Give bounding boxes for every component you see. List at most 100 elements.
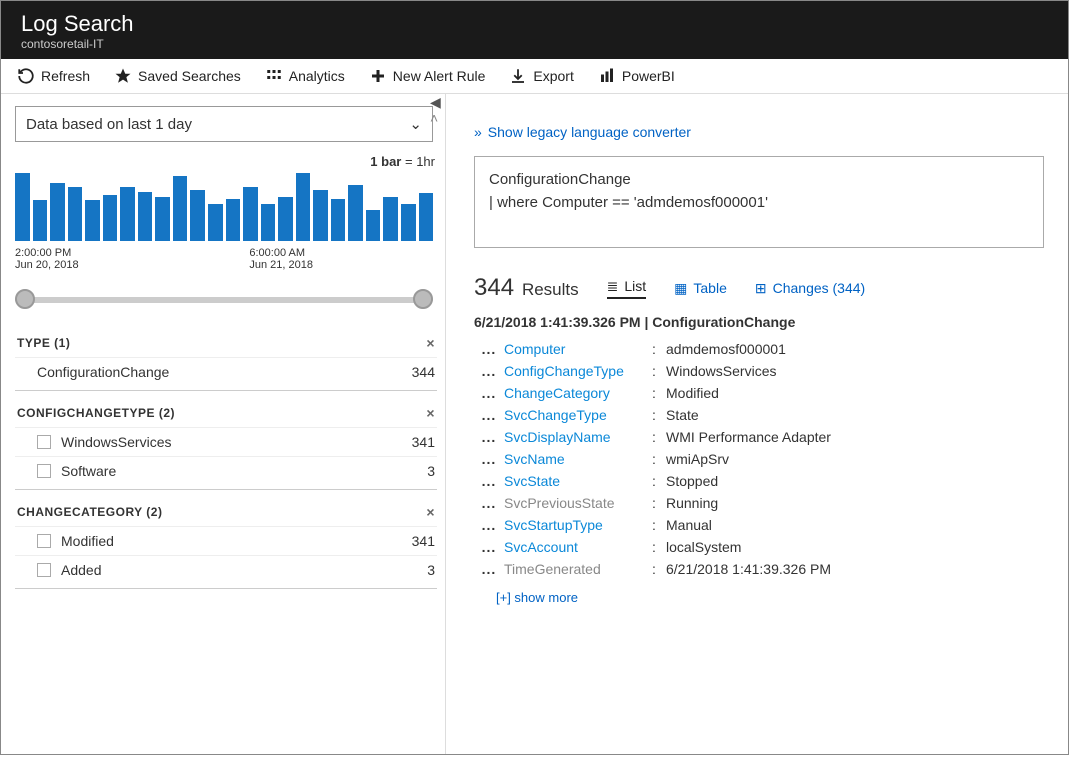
collapse-left-icon[interactable]: ◀ [430, 94, 446, 110]
close-icon[interactable]: × [426, 504, 435, 520]
export-label: Export [533, 68, 573, 84]
query-editor[interactable]: ConfigurationChange | where Computer == … [474, 156, 1044, 248]
facet-row[interactable]: Added3 [15, 555, 437, 584]
download-icon [509, 67, 527, 85]
chart-bar[interactable] [261, 204, 276, 241]
show-more-link[interactable]: [+] show more [496, 590, 1044, 605]
facet-group: CHANGECATEGORY (2) × Modified341Added3 [15, 500, 437, 589]
results-bar: 344 Results ≣ List ▦ Table ⊞ Changes (34… [474, 274, 1044, 302]
chart-bar[interactable] [85, 200, 100, 241]
field-key[interactable]: SvcStartupType [504, 517, 652, 533]
facet-title: CONFIGCHANGETYPE (2) [17, 406, 175, 420]
field-row: ...SvcChangeType:State [474, 404, 1044, 426]
chart-bar[interactable] [173, 176, 188, 241]
ellipsis-icon[interactable]: ... [474, 341, 504, 357]
legacy-converter-link[interactable]: » Show legacy language converter [474, 124, 1044, 140]
tab-changes[interactable]: ⊞ Changes (344) [755, 280, 865, 297]
result-count-label: Results [522, 280, 579, 299]
field-key[interactable]: SvcState [504, 473, 652, 489]
export-button[interactable]: Export [509, 67, 573, 85]
field-value: WMI Performance Adapter [666, 429, 831, 445]
chart-bar[interactable] [243, 187, 258, 241]
time-slider[interactable] [15, 283, 433, 315]
facet-row[interactable]: ConfigurationChange344 [15, 357, 437, 386]
ellipsis-icon[interactable]: ... [474, 539, 504, 555]
field-key[interactable]: ConfigChangeType [504, 363, 652, 379]
slider-handle-end[interactable] [413, 289, 433, 309]
ellipsis-icon[interactable]: ... [474, 495, 504, 511]
chart-bar[interactable] [226, 199, 241, 242]
timeline-chart[interactable]: 2:00:00 PM Jun 20, 2018 6:00:00 AM Jun 2… [15, 173, 433, 271]
field-key[interactable]: SvcName [504, 451, 652, 467]
field-row: ...TimeGenerated:6/21/2018 1:41:39.326 P… [474, 558, 1044, 580]
field-value: Running [666, 495, 718, 511]
checkbox[interactable] [37, 435, 51, 449]
field-key[interactable]: SvcPreviousState [504, 495, 652, 511]
analytics-button[interactable]: Analytics [265, 67, 345, 85]
field-key[interactable]: SvcAccount [504, 539, 652, 555]
chevron-double-down-icon: » [474, 124, 482, 140]
facet-row[interactable]: Modified341 [15, 526, 437, 555]
saved-searches-button[interactable]: Saved Searches [114, 67, 241, 85]
ellipsis-icon[interactable]: ... [474, 385, 504, 401]
powerbi-button[interactable]: PowerBI [598, 67, 675, 85]
facet-title: CHANGECATEGORY (2) [17, 505, 162, 519]
chart-bar[interactable] [383, 197, 398, 241]
time-range-selector[interactable]: Data based on last 1 day ⌄ [15, 106, 433, 142]
refresh-button[interactable]: Refresh [17, 67, 90, 85]
field-value: State [666, 407, 699, 423]
field-row: ...ConfigChangeType:WindowsServices [474, 360, 1044, 382]
saved-searches-label: Saved Searches [138, 68, 241, 84]
chart-bar[interactable] [366, 210, 381, 241]
chart-bar[interactable] [331, 199, 346, 242]
chart-bar[interactable] [33, 200, 48, 241]
checkbox[interactable] [37, 563, 51, 577]
star-icon [114, 67, 132, 85]
ellipsis-icon[interactable]: ... [474, 429, 504, 445]
facet-count: 344 [412, 364, 435, 380]
chart-bar[interactable] [348, 185, 363, 241]
close-icon[interactable]: × [426, 405, 435, 421]
ellipsis-icon[interactable]: ... [474, 451, 504, 467]
chart-bar[interactable] [138, 192, 153, 241]
checkbox[interactable] [37, 534, 51, 548]
chart-bar[interactable] [401, 204, 416, 241]
slider-handle-start[interactable] [15, 289, 35, 309]
ellipsis-icon[interactable]: ... [474, 517, 504, 533]
field-key[interactable]: ChangeCategory [504, 385, 652, 401]
field-key[interactable]: TimeGenerated [504, 561, 652, 577]
scroll-up-icon[interactable]: ˄ [430, 110, 446, 126]
chart-bar[interactable] [15, 173, 30, 241]
chart-bar[interactable] [296, 173, 311, 241]
chart-bar[interactable] [313, 190, 328, 241]
facet-row[interactable]: WindowsServices341 [15, 427, 437, 456]
chart-bar[interactable] [155, 197, 170, 241]
chart-bar[interactable] [50, 183, 65, 241]
facet-row[interactable]: Software3 [15, 456, 437, 485]
chart-bar[interactable] [120, 187, 135, 241]
new-alert-button[interactable]: New Alert Rule [369, 67, 486, 85]
chart-bar[interactable] [278, 197, 293, 241]
ellipsis-icon[interactable]: ... [474, 473, 504, 489]
tab-table[interactable]: ▦ Table [674, 280, 727, 297]
checkbox[interactable] [37, 464, 51, 478]
ellipsis-icon[interactable]: ... [474, 407, 504, 423]
chart-bar[interactable] [190, 190, 205, 241]
ellipsis-icon[interactable]: ... [474, 561, 504, 577]
axis-start: 2:00:00 PM Jun 20, 2018 [15, 247, 79, 271]
ellipsis-icon[interactable]: ... [474, 363, 504, 379]
facet-count: 3 [427, 463, 435, 479]
refresh-label: Refresh [41, 68, 90, 84]
field-key[interactable]: SvcChangeType [504, 407, 652, 423]
page-title: Log Search [21, 11, 1048, 37]
field-key[interactable]: Computer [504, 341, 652, 357]
close-icon[interactable]: × [426, 335, 435, 351]
facet-count: 341 [412, 533, 435, 549]
field-key[interactable]: SvcDisplayName [504, 429, 652, 445]
chart-bar[interactable] [103, 195, 118, 241]
tab-list[interactable]: ≣ List [607, 278, 647, 299]
chart-bar[interactable] [419, 193, 434, 241]
field-row: ...ChangeCategory:Modified [474, 382, 1044, 404]
chart-bar[interactable] [208, 204, 223, 241]
chart-bar[interactable] [68, 187, 83, 241]
